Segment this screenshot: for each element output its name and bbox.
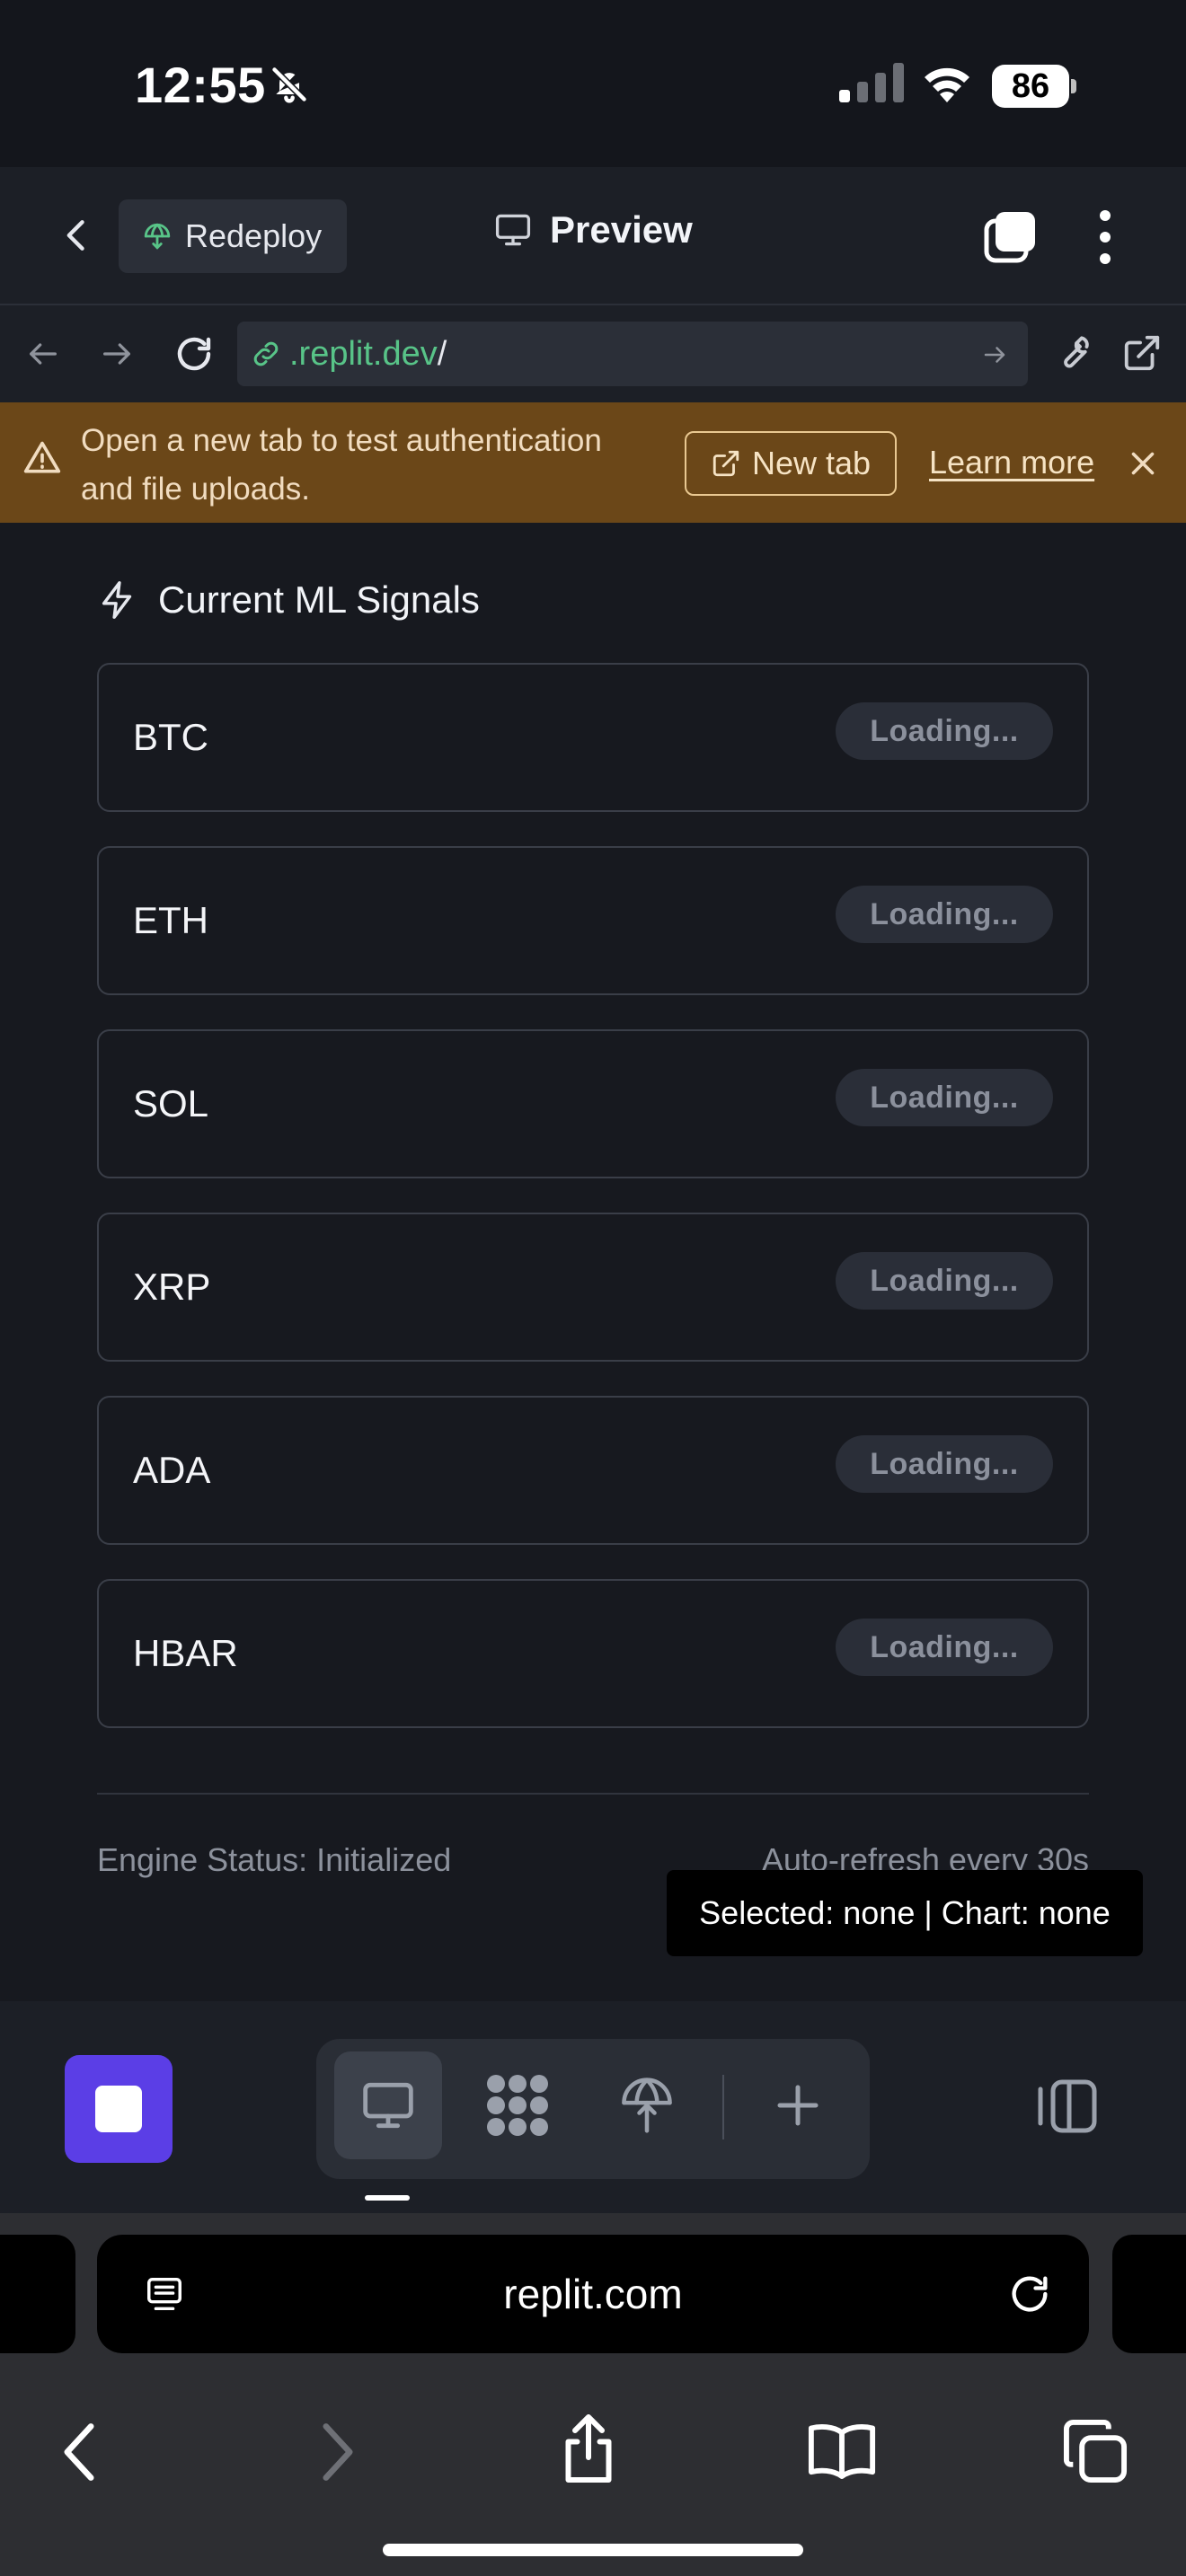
battery-icon: 86 [992,65,1076,108]
new-tab-label: New tab [751,445,872,481]
redeploy-button[interactable]: Redeploy [119,199,347,273]
tab-indicator [365,2195,410,2201]
tabs-overview-icon[interactable] [1062,2418,1128,2484]
next-tab-preview[interactable] [1112,2235,1186,2353]
signal-status-badge: Loading... [836,1069,1053,1126]
wrench-icon[interactable] [1051,332,1093,374]
panel-toggle-icon[interactable] [1033,2077,1100,2136]
new-tab-button[interactable]: New tab [685,431,897,496]
link-icon [250,338,282,370]
monitor-icon [492,210,534,250]
status-time: 12:55 [135,57,266,113]
add-tab-icon[interactable] [744,2051,852,2159]
close-icon[interactable] [1127,447,1159,480]
nav-forward-arrow-icon[interactable] [99,336,135,372]
stop-icon [95,2086,142,2132]
signal-symbol: XRP [133,1266,211,1308]
signal-status-badge: Loading... [836,1619,1053,1676]
previous-tab-preview[interactable] [0,2235,75,2353]
share-icon[interactable] [559,2413,618,2484]
divider [722,2075,724,2139]
safari-address-bar[interactable]: replit.com [97,2235,1089,2353]
redeploy-label: Redeploy [185,217,323,254]
signal-symbol: ETH [133,899,208,941]
preview-label: Preview [550,208,693,251]
windows-icon[interactable] [981,208,1039,266]
signal-status-badge: Loading... [836,702,1053,760]
signal-symbol: BTC [133,716,208,758]
signal-symbol: ADA [133,1449,211,1491]
divider [97,1793,1089,1795]
signals-title: Current ML Signals [158,578,480,621]
engine-status: Engine Status: Initialized [97,1841,452,1878]
stop-button[interactable] [65,2055,173,2163]
selection-tooltip: Selected: none | Chart: none [667,1870,1143,1956]
bell-muted-icon [270,65,309,104]
lightning-icon [97,579,138,621]
home-indicator [383,2544,803,2556]
status-bar: 12:55 86 [0,0,1186,167]
signal-status-badge: Loading... [836,1435,1053,1493]
view-switcher [316,2039,870,2179]
signal-status-badge: Loading... [836,1252,1053,1310]
learn-more-link[interactable]: Learn more [929,444,1094,481]
safari-url-text: replit.com [503,2271,683,2317]
url-host: .replit.dev [289,334,438,373]
url-input[interactable]: .replit.dev / [237,322,1028,386]
url-toolbar: .replit.dev / [0,305,1186,402]
signal-card[interactable]: BTC Loading... [97,663,1089,812]
preview-tab-monitor-icon[interactable] [334,2051,442,2159]
warning-icon [22,438,63,478]
deploy-icon [142,221,173,251]
signal-status-badge: Loading... [836,886,1053,943]
signal-symbol: HBAR [133,1632,238,1674]
signal-card[interactable]: ETH Loading... [97,846,1089,995]
safari-toolbar: replit.com [0,2213,1186,2576]
preview-content: Current ML Signals BTC Loading... ETH Lo… [0,523,1186,2001]
back-chevron-icon[interactable] [59,2420,99,2484]
preview-title: Preview [492,208,693,251]
reload-icon[interactable] [1006,2271,1053,2317]
go-arrow-icon[interactable] [981,341,1008,368]
deploy-icon[interactable] [593,2051,701,2159]
wifi-icon [920,61,974,104]
forward-chevron-icon [318,2420,358,2484]
signals-header: Current ML Signals [97,578,480,622]
signal-card[interactable]: XRP Loading... [97,1213,1089,1362]
external-link-icon[interactable] [1121,332,1163,374]
workspace-grid-icon[interactable] [464,2051,571,2159]
signal-symbol: SOL [133,1082,209,1125]
url-path: / [437,334,447,373]
nav-back-arrow-icon[interactable] [25,336,61,372]
banner-message: Open a new tab to test authentication an… [81,423,602,507]
reload-icon[interactable] [173,332,216,375]
bookmarks-icon[interactable] [807,2422,877,2481]
signal-card[interactable]: ADA Loading... [97,1396,1089,1545]
replit-header: Redeploy Preview [0,167,1186,305]
auth-warning-banner: Open a new tab to test authentication an… [0,402,1186,523]
back-chevron-icon[interactable] [58,214,97,257]
replit-bottom-toolbar [0,2001,1186,2213]
external-link-icon [711,448,741,479]
cellular-signal-icon [839,63,904,102]
more-vertical-icon[interactable] [1091,208,1120,266]
signal-card[interactable]: HBAR Loading... [97,1579,1089,1728]
signal-card[interactable]: SOL Loading... [97,1029,1089,1178]
battery-level: 86 [992,65,1069,108]
